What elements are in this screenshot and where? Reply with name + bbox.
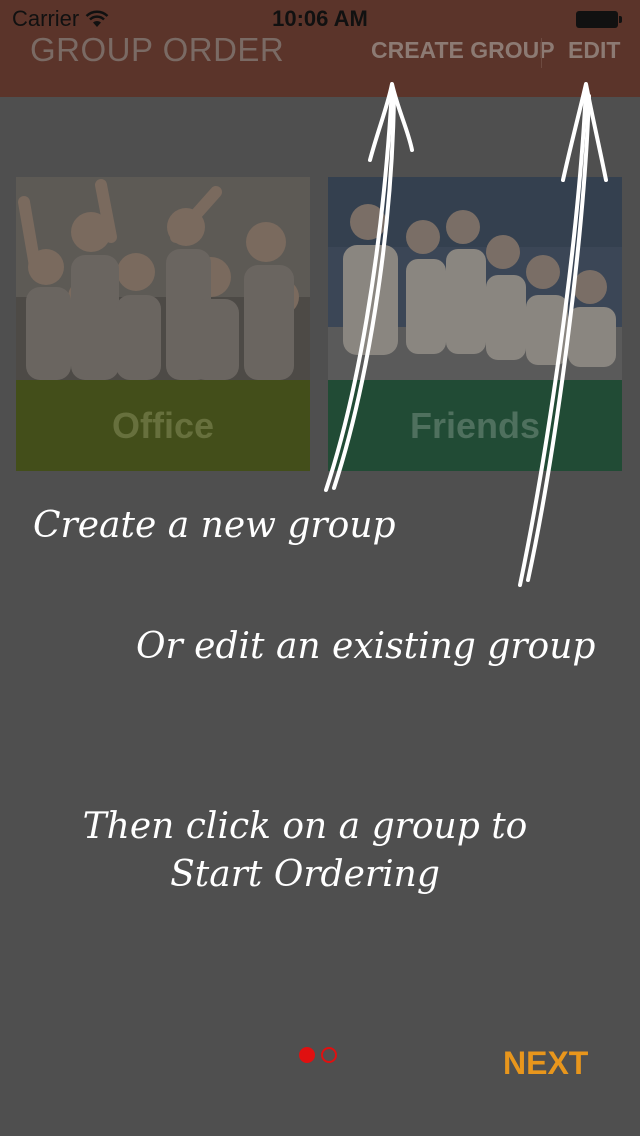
group-card-friends[interactable]: Friends [328,177,622,471]
hint-edit-group: Or edit an existing group [136,626,596,667]
page-title: GROUP ORDER [30,31,285,68]
page-indicator [299,1047,337,1063]
page-dot-2[interactable] [321,1047,337,1063]
friends-group-photo [328,177,622,380]
group-card-office[interactable]: Office [16,177,310,471]
hint-create-group: Create a new group [33,505,396,546]
hint-then-line-2: Start Ordering [170,854,440,895]
create-group-button[interactable]: CREATE GROUP [371,37,555,64]
group-name-office: Office [16,380,310,471]
hint-start-ordering: Then click on a group to Start Ordering [0,803,610,899]
hint-then-line-1: Then click on a group to [82,806,528,847]
group-name-friends: Friends [328,380,622,471]
battery-icon [576,11,622,28]
edit-button[interactable]: EDIT [568,37,620,64]
status-time: 10:06 AM [272,6,368,31]
tutorial-arrows [324,82,608,587]
office-group-photo [16,177,310,380]
page-dot-1[interactable] [299,1047,315,1063]
navigation-bar: Carrier 10:06 AM GROUP ORDER CREATE GROU… [0,0,640,97]
nav-divider [541,38,542,68]
next-button[interactable]: NEXT [503,1045,588,1082]
